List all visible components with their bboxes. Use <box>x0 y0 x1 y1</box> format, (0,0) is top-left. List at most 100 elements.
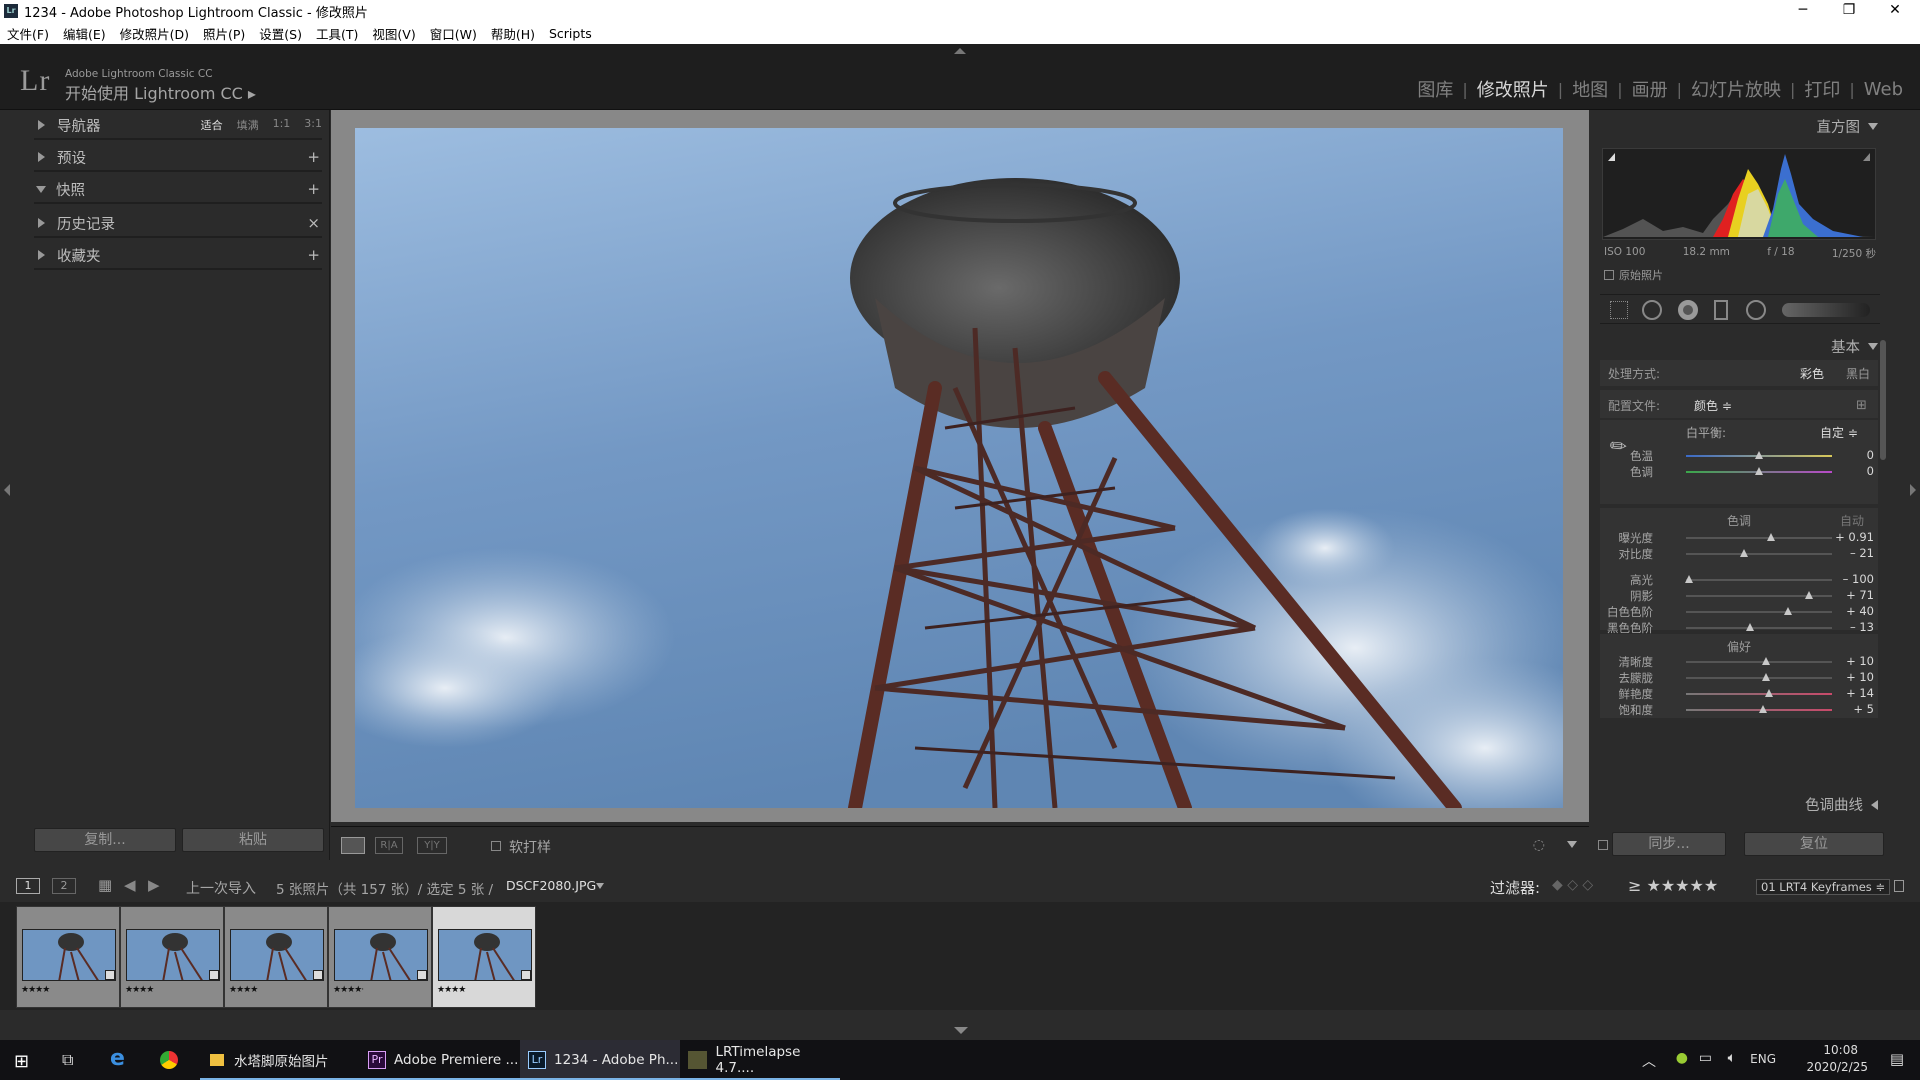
module-map[interactable]: 地图 <box>1563 76 1617 102</box>
grid-view-icon[interactable]: ▦ <box>98 876 112 894</box>
basic-header[interactable]: 基本 <box>1831 336 1878 357</box>
clear-history-icon[interactable]: × <box>307 214 320 232</box>
getting-started-link[interactable]: 开始使用 Lightroom CC ▸ <box>65 80 256 104</box>
input-language[interactable]: ENG <box>1750 1052 1776 1066</box>
slider-row[interactable]: 高光 – 100 <box>1600 572 1878 588</box>
zoom-fit[interactable]: 适合 <box>201 117 223 133</box>
slider-track[interactable] <box>1686 579 1832 581</box>
slider-knob[interactable] <box>1762 673 1771 681</box>
zoom-fill[interactable]: 填满 <box>237 117 259 133</box>
notification-icon[interactable]: ▤ <box>1890 1050 1904 1068</box>
network-app-icon[interactable]: ● <box>1676 1050 1688 1066</box>
slider-row[interactable]: 鲜艳度 + 14 <box>1600 686 1878 702</box>
slider-value[interactable]: – 100 <box>1843 572 1874 586</box>
right-panel-scrollbar[interactable] <box>1880 340 1886 460</box>
filmstrip-thumbnail[interactable]: ★★★★· <box>328 906 432 1008</box>
profile-browser-icon[interactable]: ⊞ <box>1856 398 1867 413</box>
slider-track[interactable] <box>1686 661 1832 663</box>
slider-knob[interactable] <box>1804 591 1813 599</box>
slider-track[interactable] <box>1686 677 1832 679</box>
slider-knob[interactable] <box>1755 467 1763 475</box>
module-slideshow[interactable]: 幻灯片放映 <box>1682 76 1790 102</box>
module-web[interactable]: Web <box>1855 79 1912 100</box>
slider-value[interactable]: 0 <box>1867 464 1874 478</box>
slider-value[interactable]: – 21 <box>1850 546 1874 560</box>
menu-help[interactable]: 帮助(H) <box>491 24 535 43</box>
menu-settings[interactable]: 设置(S) <box>259 24 302 43</box>
menu-scripts[interactable]: Scripts <box>549 26 592 41</box>
slider-knob[interactable] <box>1746 623 1755 631</box>
slider-track[interactable] <box>1686 693 1832 695</box>
before-after-split-icon[interactable]: Y|Y <box>417 837 447 854</box>
slider-knob[interactable] <box>1759 705 1768 713</box>
slider-knob[interactable] <box>1755 451 1763 459</box>
presets-header[interactable]: 预设 + <box>18 142 330 172</box>
graduated-filter-icon[interactable] <box>1714 300 1728 320</box>
paste-settings-button[interactable]: 粘贴 <box>182 828 324 852</box>
taskbar-explorer[interactable]: 水塔脚原始图片 <box>200 1040 360 1080</box>
auto-tone-button[interactable]: 自动 <box>1840 512 1864 529</box>
slider-row[interactable]: 阴影 + 71 <box>1600 588 1878 604</box>
loupe-view-icon[interactable] <box>341 837 365 854</box>
menu-view[interactable]: 视图(V) <box>372 24 415 43</box>
histogram[interactable] <box>1602 148 1876 240</box>
main-window-button[interactable]: 1 <box>16 878 40 894</box>
filmstrip-thumbnail[interactable]: ★★★★ <box>432 906 536 1008</box>
clock-date[interactable]: 2020/2/25 <box>1806 1060 1868 1074</box>
navigator-header[interactable]: 导航器 适合 填满 1:1 3:1 <box>18 110 330 140</box>
slider-track[interactable] <box>1686 553 1832 555</box>
toolbar-menu-icon[interactable] <box>1567 841 1577 848</box>
slider-value[interactable]: + 10 <box>1846 670 1874 684</box>
slider-knob[interactable] <box>1765 689 1774 697</box>
slider-track[interactable] <box>1686 611 1832 613</box>
slider-value[interactable]: – 13 <box>1850 620 1874 634</box>
minimize-icon[interactable]: ─ <box>1780 0 1826 22</box>
close-icon[interactable]: ✕ <box>1872 0 1918 22</box>
treatment-color[interactable]: 彩色 <box>1800 365 1824 382</box>
second-window-button[interactable]: 2 <box>52 878 76 894</box>
collections-header[interactable]: 收藏夹 + <box>18 240 330 270</box>
slider-knob[interactable] <box>1684 575 1693 583</box>
auto-sync-toggle[interactable] <box>1598 840 1608 850</box>
back-arrow-icon[interactable]: ◀ <box>124 876 136 894</box>
red-eye-icon[interactable] <box>1678 300 1698 320</box>
crop-overlay-icon[interactable] <box>1610 301 1628 319</box>
slider-value[interactable]: 0 <box>1867 448 1874 462</box>
restore-icon[interactable]: ❐ <box>1826 0 1872 22</box>
menu-file[interactable]: 文件(F) <box>7 24 49 43</box>
copy-settings-button[interactable]: 复制... <box>34 828 176 852</box>
main-photo[interactable] <box>355 128 1563 808</box>
tone-curve-header[interactable]: 色调曲线 <box>1805 794 1878 815</box>
slider-value[interactable]: + 71 <box>1846 588 1874 602</box>
slider-row[interactable]: 色调 0 <box>1600 464 1878 480</box>
filmstrip-thumbnail[interactable]: ★★★★ <box>16 906 120 1008</box>
filmstrip-source[interactable]: 上一次导入 <box>186 878 256 898</box>
slider-value[interactable]: + 5 <box>1853 702 1874 716</box>
module-book[interactable]: 画册 <box>1623 76 1677 102</box>
original-photo-toggle[interactable]: 原始照片 <box>1604 267 1663 283</box>
chrome-icon[interactable] <box>160 1051 178 1069</box>
slider-row[interactable]: 清晰度 + 10 <box>1600 654 1878 670</box>
adjustment-brush-icon[interactable] <box>1782 303 1870 317</box>
slider-value[interactable]: + 40 <box>1846 604 1874 618</box>
filmstrip-thumbnail[interactable]: ★★★★ <box>224 906 328 1008</box>
add-snapshot-icon[interactable]: + <box>307 180 320 198</box>
collapse-top-icon[interactable] <box>954 48 966 54</box>
add-preset-icon[interactable]: + <box>307 148 320 166</box>
taskbar-lrtimelapse[interactable]: LRTimelapse 4.7.... <box>680 1040 840 1080</box>
zoom-3-1[interactable]: 3:1 <box>304 117 322 133</box>
spot-removal-icon[interactable] <box>1642 300 1662 320</box>
filmstrip-filename[interactable]: DSCF2080.JPG <box>506 878 596 893</box>
taskbar-lightroom[interactable]: Lr 1234 - Adobe Ph... <box>520 1040 680 1080</box>
reset-button[interactable]: 复位 <box>1744 832 1884 856</box>
profile-dropdown[interactable]: 颜色 ≑ <box>1694 397 1732 414</box>
edge-browser-icon[interactable]: e <box>110 1046 125 1071</box>
clock-time[interactable]: 10:08 <box>1823 1043 1858 1057</box>
slider-knob[interactable] <box>1766 533 1775 541</box>
filter-preset-dropdown[interactable]: 01 LRT4 Keyframes ≑ <box>1756 879 1891 895</box>
module-print[interactable]: 打印 <box>1795 76 1849 102</box>
histogram-header[interactable]: 直方图 <box>1817 116 1878 137</box>
sync-button[interactable]: 同步... <box>1612 832 1726 856</box>
filmstrip-thumbnail[interactable]: ★★★★ <box>120 906 224 1008</box>
module-develop[interactable]: 修改照片 <box>1468 76 1558 102</box>
